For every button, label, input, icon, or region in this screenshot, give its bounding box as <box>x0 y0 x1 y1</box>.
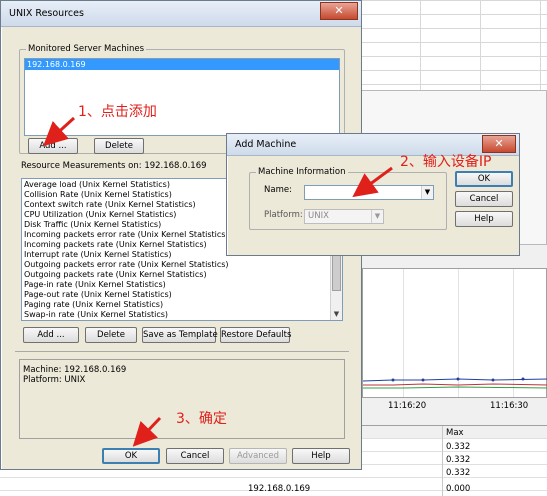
machine-information-label: Machine Information <box>256 167 348 177</box>
annotation-step-2: 2、输入设备IP <box>400 154 492 170</box>
table-header-max: Max <box>446 428 464 438</box>
dialog-title-bar: UNIX Resources ✕ <box>1 1 361 27</box>
measurement-item[interactable]: Outgoing packets rate (Unix Kernel Stati… <box>22 270 330 280</box>
add-machine-ok-button[interactable]: OK <box>455 171 513 187</box>
table-cell: 0.332 <box>446 468 471 478</box>
measurement-item[interactable]: Page-in rate (Unix Kernel Statistics) <box>22 280 330 290</box>
machine-list[interactable]: 192.168.0.169 <box>24 58 340 136</box>
add-machine-cancel-button[interactable]: Cancel <box>455 191 513 207</box>
platform-label: Platform: <box>264 210 303 220</box>
table-cell: 0.332 <box>446 455 471 465</box>
name-label: Name: <box>264 185 292 195</box>
resource-measurements-label: Resource Measurements on: 192.168.0.169 <box>21 161 207 171</box>
graph-lines <box>363 377 547 389</box>
chevron-down-icon[interactable]: ▼ <box>421 186 433 199</box>
delete-measurement-button[interactable]: Delete <box>85 327 137 343</box>
description-platform: Platform: UNIX <box>23 375 86 385</box>
measurement-item[interactable]: Page-out rate (Unix Kernel Statistics) <box>22 290 330 300</box>
graph-tick-1: 11:16:20 <box>388 401 427 411</box>
machine-list-item[interactable]: 192.168.0.169 <box>25 59 339 70</box>
add-machine-title: Add Machine <box>235 139 297 150</box>
platform-value: UNIX <box>308 211 329 221</box>
measurement-item[interactable]: Paging rate (Unix Kernel Statistics) <box>22 300 330 310</box>
delete-machine-button[interactable]: Delete <box>94 138 144 154</box>
add-machine-button[interactable]: Add ... <box>28 138 78 154</box>
table-machine-cell: 192.168.0.169 <box>248 484 311 494</box>
dialog-title: UNIX Resources <box>9 8 84 19</box>
cancel-button[interactable]: Cancel <box>166 448 224 464</box>
machine-information-group: Machine Information Name: ▼ Platform: UN… <box>249 167 447 230</box>
close-icon[interactable]: ✕ <box>320 2 358 20</box>
annotation-step-1: 1、点击添加 <box>78 104 157 120</box>
platform-select[interactable]: UNIX ▼ <box>304 209 384 224</box>
annotation-step-3: 3、确定 <box>176 411 227 427</box>
save-as-template-button[interactable]: Save as Template <box>142 327 218 343</box>
divider <box>15 351 349 352</box>
table-cell: 0.332 <box>446 442 471 452</box>
advanced-button[interactable]: Advanced <box>229 448 287 464</box>
add-machine-help-button[interactable]: Help <box>455 211 513 227</box>
monitored-machines-label: Monitored Server Machines <box>26 44 147 54</box>
graph-tick-2: 11:16:30 <box>490 401 529 411</box>
ok-button[interactable]: OK <box>102 448 160 464</box>
name-combobox[interactable]: ▼ <box>304 185 434 200</box>
performance-graph <box>362 268 547 398</box>
measurement-item[interactable]: Outgoing packets error rate (Unix Kernel… <box>22 260 330 270</box>
restore-defaults-button[interactable]: Restore Defaults <box>220 327 291 343</box>
scroll-down-icon[interactable]: ▼ <box>331 308 342 320</box>
table-cell: 0.000 <box>446 484 471 494</box>
chevron-down-icon: ▼ <box>371 210 383 223</box>
description-machine: Machine: 192.168.0.169 <box>23 365 127 375</box>
help-button[interactable]: Help <box>292 448 350 464</box>
add-measurement-button[interactable]: Add ... <box>23 327 79 343</box>
measurement-item[interactable]: Swap-in rate (Unix Kernel Statistics) <box>22 310 330 320</box>
